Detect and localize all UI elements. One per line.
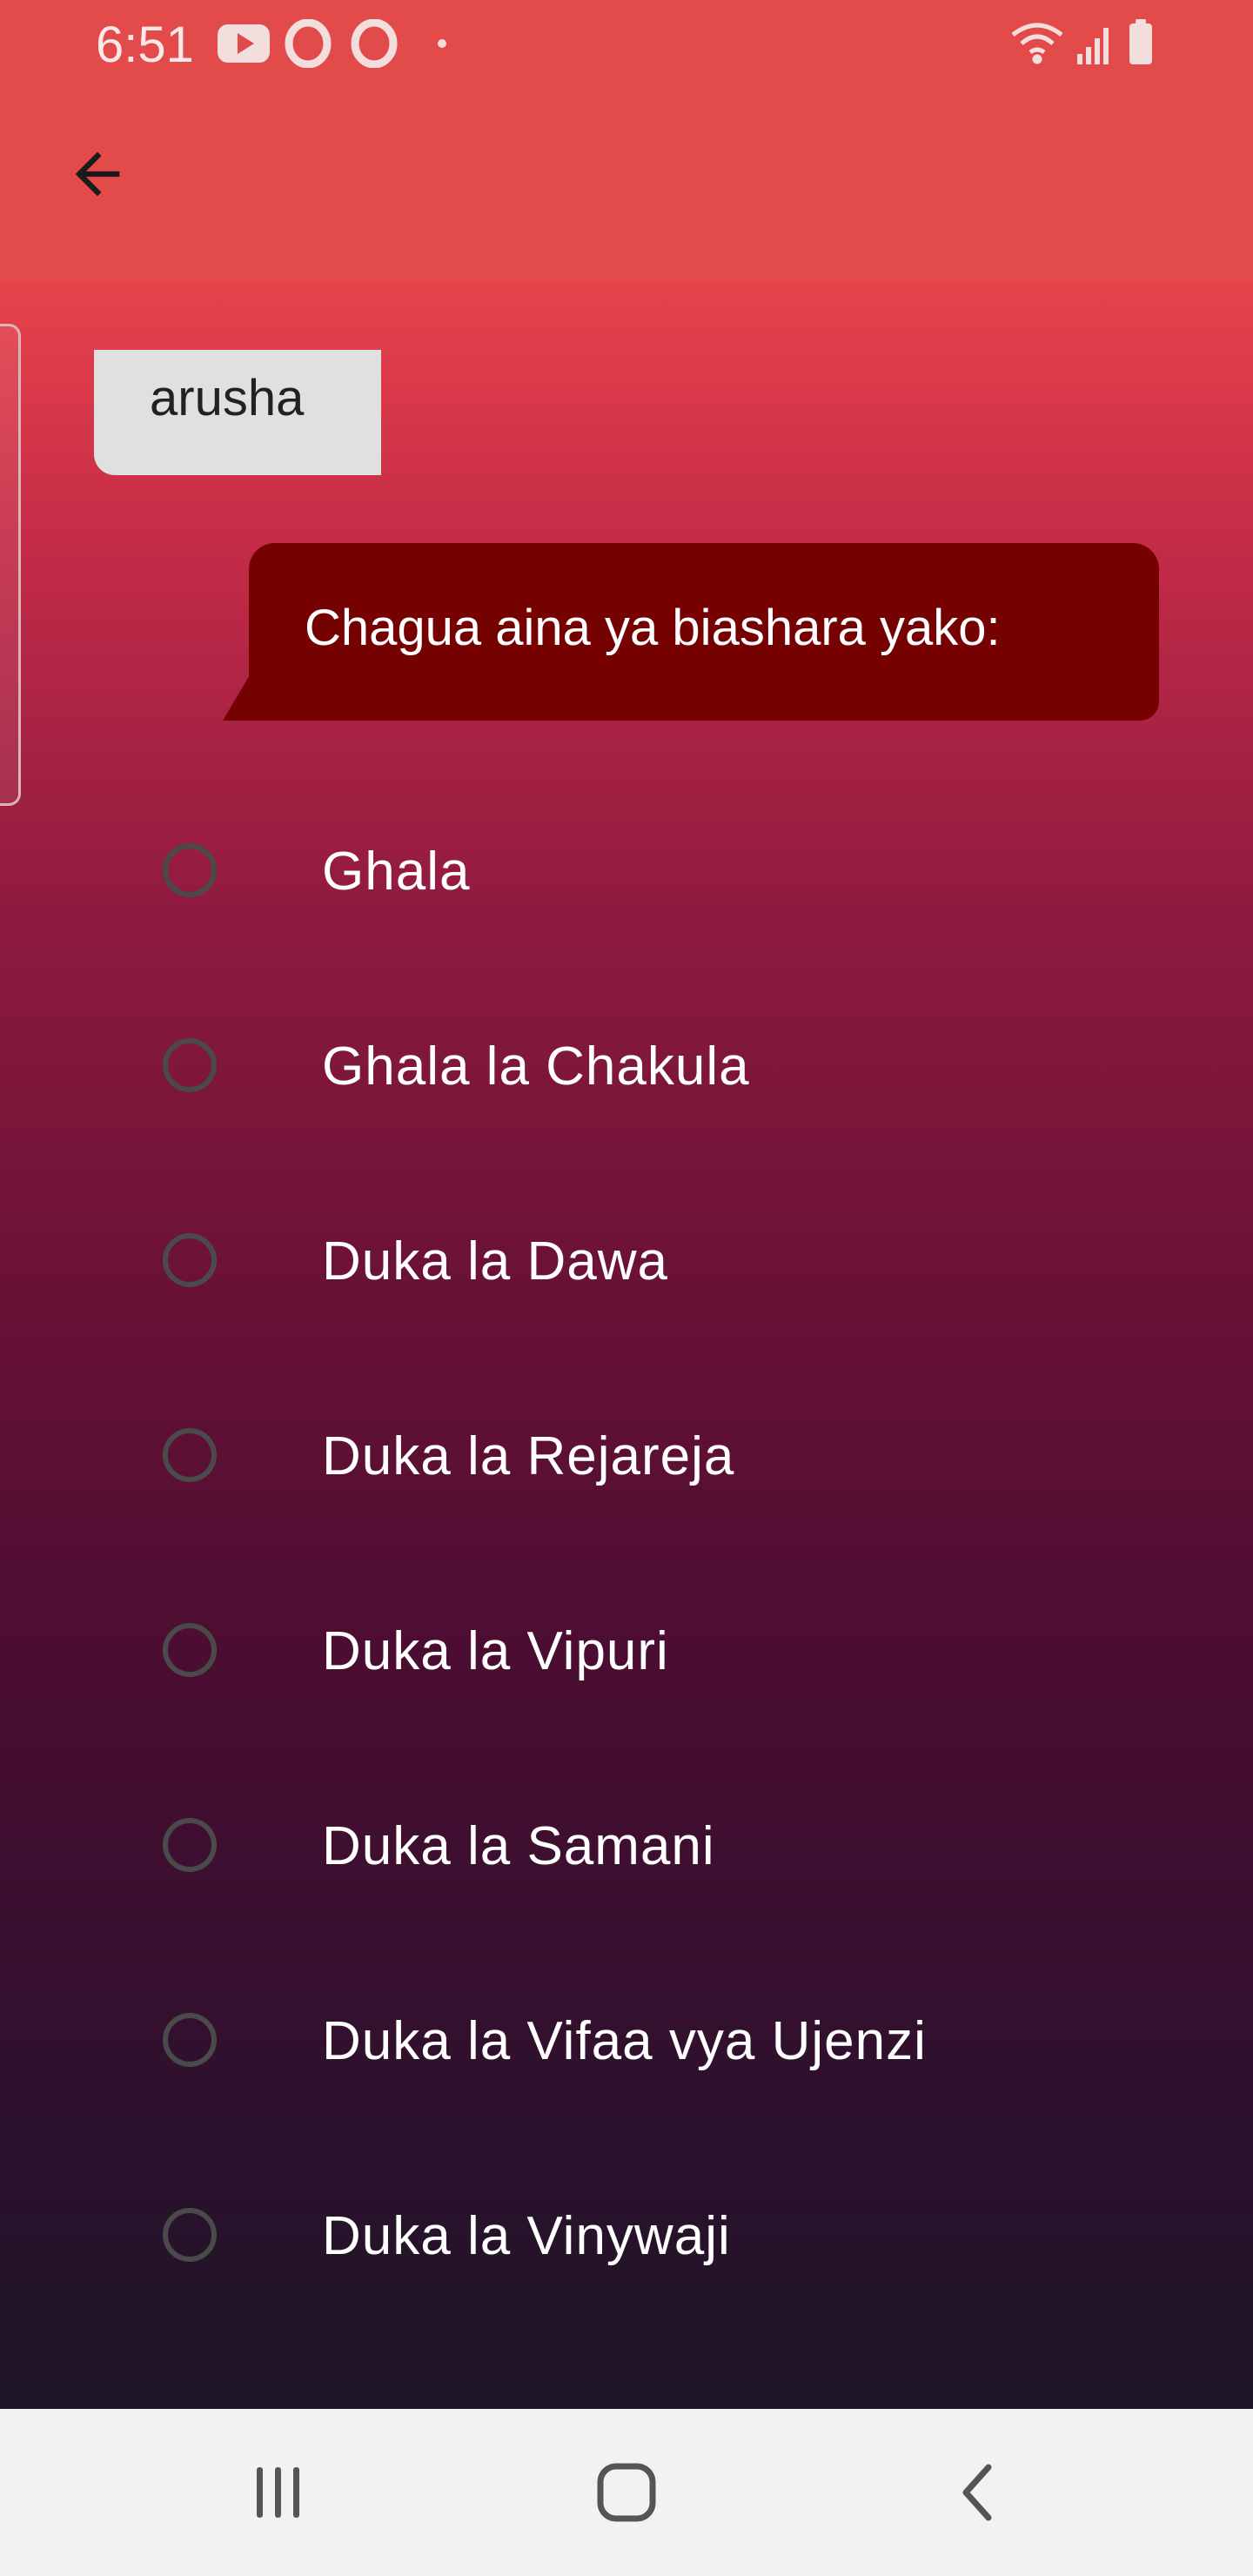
option-duka-la-vipuri[interactable]: Duka la Vipuri [0, 1556, 1253, 1751]
radio-button[interactable] [163, 843, 217, 897]
nav-back-button[interactable] [935, 2449, 1022, 2536]
bot-message-text: Chagua aina ya biashara yako: [249, 543, 1159, 721]
radio-button[interactable] [163, 1818, 217, 1872]
radio-button[interactable] [163, 2208, 217, 2262]
status-time: 6:51 [96, 17, 194, 73]
option-label: Ghala [322, 842, 471, 902]
home-button[interactable] [583, 2449, 670, 2536]
opera-icon [351, 19, 398, 68]
business-type-options: Ghala Ghala la Chakula Duka la Dawa Duka… [0, 776, 1253, 2336]
option-label: Duka la Vipuri [322, 1621, 669, 1681]
recent-apps-button[interactable] [235, 2449, 322, 2536]
back-button[interactable] [54, 131, 141, 218]
option-label: Duka la Samani [322, 1816, 715, 1876]
home-icon [597, 2463, 656, 2522]
system-nav-bar [0, 2409, 1253, 2576]
dot-icon [438, 39, 446, 48]
option-duka-la-vinywaji[interactable]: Duka la Vinywaji [0, 2141, 1253, 2336]
user-message-bubble: arusha [94, 350, 381, 475]
option-duka-la-dawa[interactable]: Duka la Dawa [0, 1166, 1253, 1361]
option-duka-la-rejareja[interactable]: Duka la Rejareja [0, 1361, 1253, 1556]
bot-message-bubble: Chagua aina ya biashara yako: [223, 543, 1159, 721]
battery-icon [1129, 19, 1152, 64]
option-label: Duka la Vinywaji [322, 2206, 731, 2266]
radio-button[interactable] [163, 1038, 217, 1092]
status-bar: 6:51 [0, 0, 1253, 87]
status-right-icons [1011, 19, 1152, 64]
youtube-icon [218, 24, 270, 63]
option-label: Ghala la Chakula [322, 1036, 750, 1097]
arrow-back-icon [75, 151, 120, 197]
radio-button[interactable] [163, 1233, 217, 1287]
radio-button[interactable] [163, 1428, 217, 1482]
signal-icon [1077, 28, 1109, 64]
option-label: Duka la Vifaa vya Ujenzi [322, 2011, 927, 2071]
option-duka-la-vifaa-vya-ujenzi[interactable]: Duka la Vifaa vya Ujenzi [0, 1946, 1253, 2141]
option-ghala[interactable]: Ghala [0, 776, 1253, 971]
option-duka-la-samani[interactable]: Duka la Samani [0, 1751, 1253, 1946]
radio-button[interactable] [163, 2013, 217, 2067]
recent-apps-icon [257, 2467, 299, 2518]
app-bar [0, 87, 1253, 280]
option-label: Duka la Rejareja [322, 1426, 735, 1486]
radio-button[interactable] [163, 1623, 217, 1677]
status-left-icons [218, 19, 446, 68]
side-panel-edge[interactable] [0, 324, 21, 806]
option-ghala-la-chakula[interactable]: Ghala la Chakula [0, 971, 1253, 1166]
wifi-icon [1011, 23, 1063, 64]
option-label: Duka la Dawa [322, 1231, 668, 1291]
back-icon [962, 2464, 992, 2521]
chat-content[interactable]: arusha Chagua aina ya biashara yako: Gha… [0, 280, 1253, 2409]
bubble-tail-icon [223, 674, 251, 721]
opera-icon [285, 19, 332, 68]
user-message-text: arusha [94, 350, 381, 475]
